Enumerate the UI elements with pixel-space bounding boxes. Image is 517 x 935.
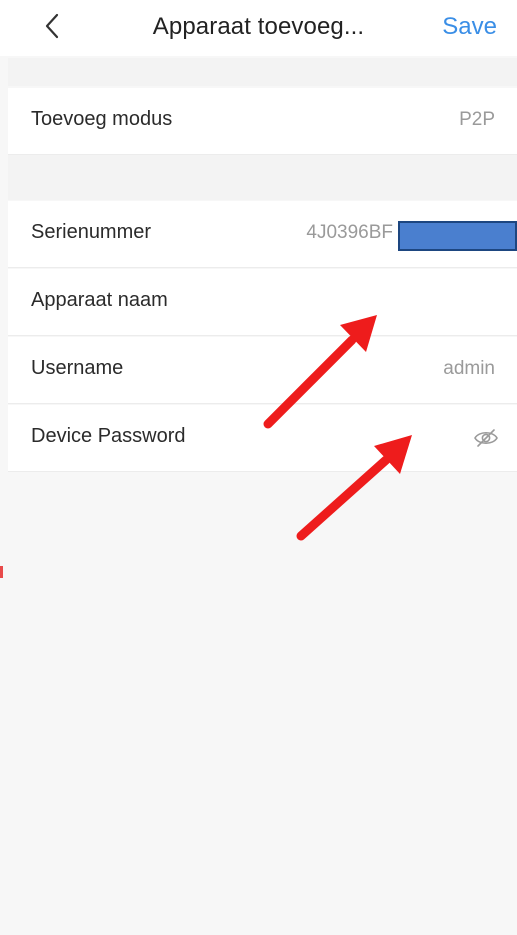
add-mode-value: P2P bbox=[459, 109, 495, 130]
save-button[interactable]: Save bbox=[442, 13, 497, 41]
device-name-label: Apparaat naam bbox=[31, 289, 168, 311]
section-gap bbox=[8, 155, 517, 200]
serial-number-label: Serienummer bbox=[31, 221, 152, 243]
annotation-mark bbox=[0, 566, 3, 578]
eye-off-icon[interactable] bbox=[473, 427, 499, 449]
password-row[interactable]: Device Password bbox=[8, 405, 517, 472]
add-mode-row[interactable]: Toevoeg modus P2P bbox=[8, 88, 517, 155]
username-input[interactable]: admin bbox=[443, 358, 495, 380]
username-label: Username bbox=[31, 357, 124, 379]
device-name-row[interactable]: Apparaat naam bbox=[8, 269, 517, 336]
password-label: Device Password bbox=[31, 425, 186, 447]
username-row[interactable]: Username admin bbox=[8, 337, 517, 404]
section-gap bbox=[8, 58, 517, 86]
add-mode-label: Toevoeg modus bbox=[31, 108, 173, 130]
serial-number-value: 4J0396BF bbox=[306, 222, 393, 243]
page-title: Apparaat toevoeg... bbox=[152, 13, 365, 40]
app-header: Apparaat toevoeg... Save bbox=[0, 0, 517, 56]
redaction-box bbox=[398, 221, 517, 251]
